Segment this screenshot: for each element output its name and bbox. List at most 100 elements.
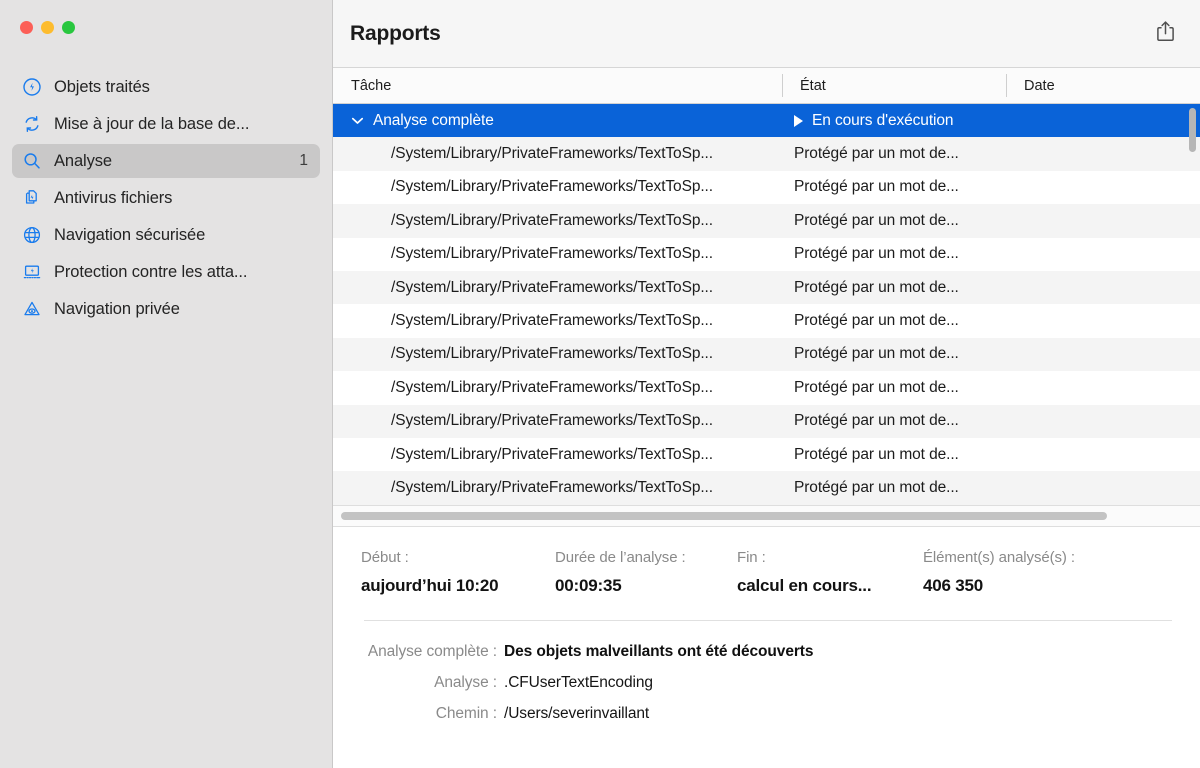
detail-fields: Analyse complète : Des objets malveillan… bbox=[361, 643, 1172, 723]
play-icon bbox=[794, 114, 803, 127]
share-button[interactable] bbox=[1148, 17, 1182, 51]
detail-field-analyse-complete: Analyse complète : Des objets malveillan… bbox=[361, 643, 1172, 661]
page-title: Rapports bbox=[350, 21, 441, 45]
row-task-cell: /System/Library/PrivateFrameworks/TextTo… bbox=[391, 478, 713, 496]
row-state-cell: Protégé par un mot de... bbox=[794, 145, 959, 163]
row-task-cell: /System/Library/PrivateFrameworks/TextTo… bbox=[391, 312, 713, 330]
group-state-label: En cours d'exécution bbox=[812, 111, 954, 129]
row-task-cell: /System/Library/PrivateFrameworks/TextTo… bbox=[391, 211, 713, 229]
detail-divider bbox=[364, 620, 1172, 621]
stat-elements-analyses: Élément(s) analysé(s) : 406 350 bbox=[923, 549, 1172, 596]
sidebar-nav: Objets traités Mise à jour de la base de… bbox=[0, 70, 332, 329]
sidebar-item-objets-traites[interactable]: Objets traités bbox=[12, 70, 320, 104]
sidebar-item-label: Objets traités bbox=[54, 77, 150, 96]
stat-duree: Durée de l’analyse : 00:09:35 bbox=[555, 549, 737, 596]
horizontal-scrollbar-thumb[interactable] bbox=[341, 512, 1107, 520]
row-state-cell: Protégé par un mot de... bbox=[794, 245, 959, 263]
row-task-cell: /System/Library/PrivateFrameworks/TextTo… bbox=[391, 345, 713, 363]
table-row[interactable]: /System/Library/PrivateFrameworks/TextTo… bbox=[333, 270, 1200, 305]
table-row-group[interactable]: Analyse complète En cours d'exécution bbox=[333, 104, 1200, 138]
stat-value: 00:09:35 bbox=[555, 576, 622, 595]
row-task-cell: /System/Library/PrivateFrameworks/TextTo… bbox=[391, 145, 713, 163]
table-row[interactable]: /System/Library/PrivateFrameworks/TextTo… bbox=[333, 237, 1200, 271]
row-state-cell: Protégé par un mot de... bbox=[794, 312, 959, 330]
row-state-cell: Protégé par un mot de... bbox=[794, 412, 959, 430]
sidebar-item-mise-a-jour[interactable]: Mise à jour de la base de... bbox=[12, 107, 320, 141]
stat-value: aujourd’hui 10:20 bbox=[361, 576, 499, 595]
titlebar: Rapports bbox=[333, 0, 1200, 68]
vertical-scrollbar[interactable] bbox=[1189, 108, 1196, 152]
close-window-button[interactable] bbox=[20, 21, 33, 34]
sidebar-item-navigation-securisee[interactable]: Navigation sécurisée bbox=[12, 218, 320, 252]
column-header-date[interactable]: Date bbox=[1006, 68, 1200, 103]
row-task-cell: /System/Library/PrivateFrameworks/TextTo… bbox=[391, 278, 713, 296]
scan-stats: Début : aujourd’hui 10:20 Durée de l’ana… bbox=[361, 549, 1172, 596]
maximize-window-button[interactable] bbox=[62, 21, 75, 34]
table-row[interactable]: /System/Library/PrivateFrameworks/TextTo… bbox=[333, 437, 1200, 472]
table-row[interactable]: /System/Library/PrivateFrameworks/TextTo… bbox=[333, 471, 1200, 505]
laptop-shield-icon bbox=[21, 261, 43, 283]
globe-icon bbox=[21, 224, 43, 246]
detail-field-value: /Users/severinvaillant bbox=[504, 705, 650, 722]
window-controls bbox=[20, 21, 75, 34]
sidebar-item-label: Protection contre les atta... bbox=[54, 262, 248, 281]
horizontal-scrollbar-track[interactable] bbox=[333, 505, 1200, 527]
sidebar-item-protection-attaques[interactable]: Protection contre les atta... bbox=[12, 255, 320, 289]
row-state-cell: Protégé par un mot de... bbox=[794, 478, 959, 496]
row-task-cell: /System/Library/PrivateFrameworks/TextTo… bbox=[391, 445, 713, 463]
sidebar-item-label: Navigation sécurisée bbox=[54, 225, 206, 244]
detail-field-chemin: Chemin : /Users/severinvaillant bbox=[361, 705, 1172, 723]
chevron-down-icon[interactable] bbox=[351, 112, 365, 130]
row-state-cell: Protégé par un mot de... bbox=[794, 178, 959, 196]
share-icon bbox=[1155, 20, 1176, 48]
row-state-cell: Protégé par un mot de... bbox=[794, 211, 959, 229]
column-header-task[interactable]: Tâche bbox=[333, 68, 782, 103]
sidebar-item-label: Navigation privée bbox=[54, 299, 180, 318]
detail-field-key: Chemin : bbox=[435, 705, 497, 722]
group-state-cell: En cours d'exécution bbox=[782, 112, 1006, 130]
table-row[interactable]: /System/Library/PrivateFrameworks/TextTo… bbox=[333, 137, 1200, 171]
detail-field-key: Analyse : bbox=[434, 674, 497, 691]
sidebar-item-badge: 1 bbox=[299, 152, 308, 169]
stat-label: Durée de l’analyse : bbox=[555, 549, 686, 566]
table-rows: Analyse complète En cours d'exécution /S… bbox=[333, 104, 1200, 505]
row-state-cell: Protégé par un mot de... bbox=[794, 445, 959, 463]
stat-value: 406 350 bbox=[923, 576, 984, 595]
file-shield-icon bbox=[21, 187, 43, 209]
sidebar-item-label: Analyse bbox=[54, 151, 113, 170]
search-icon bbox=[21, 150, 43, 172]
sidebar-item-label: Mise à jour de la base de... bbox=[54, 114, 250, 133]
bolt-circle-icon bbox=[21, 76, 43, 98]
table-row[interactable]: /System/Library/PrivateFrameworks/TextTo… bbox=[333, 204, 1200, 238]
row-task-cell: /System/Library/PrivateFrameworks/TextTo… bbox=[391, 245, 713, 263]
reports-table: Analyse complète En cours d'exécution /S… bbox=[333, 104, 1200, 505]
stat-debut: Début : aujourd’hui 10:20 bbox=[361, 549, 555, 596]
refresh-icon bbox=[21, 113, 43, 135]
row-task-cell: /System/Library/PrivateFrameworks/TextTo… bbox=[391, 412, 713, 430]
detail-field-value: Des objets malveillants ont été découver… bbox=[504, 643, 814, 660]
group-task-cell: Analyse complète bbox=[333, 112, 782, 130]
row-task-cell: /System/Library/PrivateFrameworks/TextTo… bbox=[391, 378, 713, 396]
stat-label: Élément(s) analysé(s) : bbox=[923, 549, 1075, 566]
eye-triangle-icon bbox=[21, 298, 43, 320]
table-row[interactable]: /System/Library/PrivateFrameworks/TextTo… bbox=[333, 371, 1200, 405]
detail-field-value: .CFUserTextEncoding bbox=[504, 674, 653, 691]
minimize-window-button[interactable] bbox=[41, 21, 54, 34]
row-state-cell: Protégé par un mot de... bbox=[794, 278, 959, 296]
row-state-cell: Protégé par un mot de... bbox=[794, 378, 959, 396]
detail-field-analyse: Analyse : .CFUserTextEncoding bbox=[361, 674, 1172, 692]
sidebar-item-analyse[interactable]: Analyse 1 bbox=[12, 144, 320, 178]
stat-label: Fin : bbox=[737, 549, 766, 566]
column-header-state[interactable]: État bbox=[782, 68, 1006, 103]
group-task-label: Analyse complète bbox=[373, 111, 494, 129]
table-row[interactable]: /System/Library/PrivateFrameworks/TextTo… bbox=[333, 304, 1200, 338]
main-content: Rapports Tâche État Date Analyse complèt… bbox=[333, 0, 1200, 768]
table-row[interactable]: /System/Library/PrivateFrameworks/TextTo… bbox=[333, 404, 1200, 438]
app-window: Objets traités Mise à jour de la base de… bbox=[0, 0, 1200, 768]
sidebar-item-antivirus-fichiers[interactable]: Antivirus fichiers bbox=[12, 181, 320, 215]
stat-label: Début : bbox=[361, 549, 409, 566]
table-row[interactable]: /System/Library/PrivateFrameworks/TextTo… bbox=[333, 337, 1200, 372]
sidebar-item-navigation-privee[interactable]: Navigation privée bbox=[12, 292, 320, 326]
table-row[interactable]: /System/Library/PrivateFrameworks/TextTo… bbox=[333, 170, 1200, 205]
detail-panel: Début : aujourd’hui 10:20 Durée de l’ana… bbox=[333, 527, 1200, 768]
